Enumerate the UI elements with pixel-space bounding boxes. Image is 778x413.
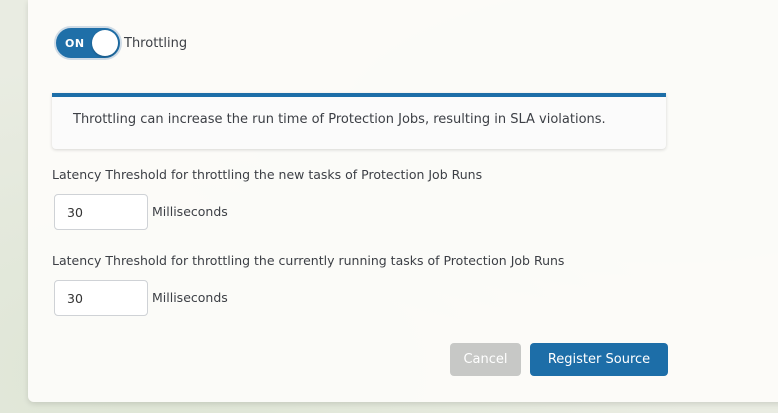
running-tasks-latency-input[interactable] xyxy=(54,280,148,316)
throttling-label: Throttling xyxy=(124,35,188,51)
cancel-button[interactable]: Cancel xyxy=(450,343,521,376)
toggle-state-text: ON xyxy=(65,37,85,50)
register-source-panel: ON Throttling Throttling can increase th… xyxy=(28,0,778,402)
new-tasks-latency-label: Latency Threshold for throttling the new… xyxy=(52,167,483,182)
info-banner-text: Throttling can increase the run time of … xyxy=(73,112,606,127)
info-banner: Throttling can increase the run time of … xyxy=(52,93,666,149)
new-tasks-latency-input[interactable] xyxy=(54,194,148,230)
register-source-button[interactable]: Register Source xyxy=(530,343,668,376)
throttling-toggle-row: ON Throttling xyxy=(54,26,187,60)
running-tasks-latency-unit: Milliseconds xyxy=(152,290,228,305)
toggle-knob xyxy=(92,30,118,56)
new-tasks-latency-unit: Milliseconds xyxy=(152,204,228,219)
running-tasks-latency-label: Latency Threshold for throttling the cur… xyxy=(52,253,565,268)
throttling-toggle[interactable]: ON xyxy=(54,26,122,60)
